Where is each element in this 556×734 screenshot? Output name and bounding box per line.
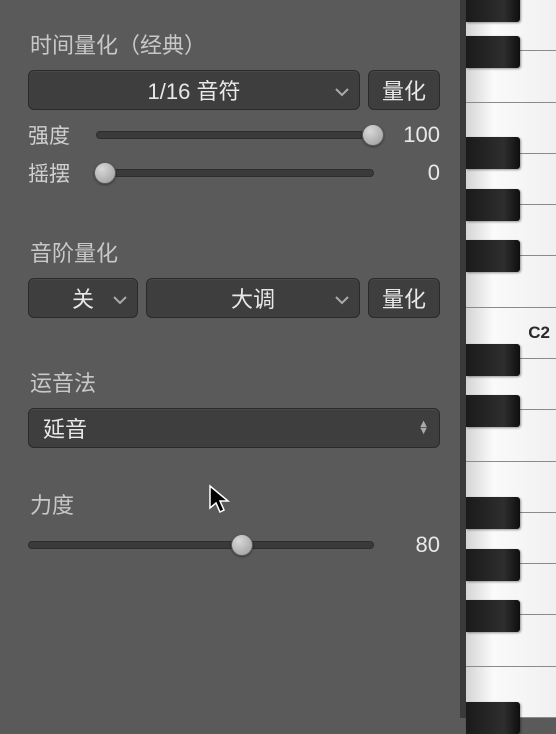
articulation-section: 运音法 延音 ▲▼ <box>28 366 440 448</box>
black-key[interactable] <box>466 240 520 272</box>
scale-root-value: 关 <box>72 282 94 314</box>
articulation-select[interactable]: 延音 ▲▼ <box>28 408 440 448</box>
chevron-down-icon <box>335 77 349 103</box>
swing-thumb[interactable] <box>94 162 116 184</box>
articulation-label: 运音法 <box>28 366 440 398</box>
velocity-label: 力度 <box>28 488 440 520</box>
strength-slider-row: 强度 100 <box>28 120 440 150</box>
strength-label: 强度 <box>28 120 84 150</box>
black-key[interactable] <box>466 600 520 632</box>
strength-thumb[interactable] <box>362 124 384 146</box>
strength-value[interactable]: 100 <box>386 122 440 148</box>
time-quantize-section: 时间量化（经典） 1/16 音符 量化 强度 100 摇摆 0 <box>28 28 440 188</box>
scale-quantize-apply-button[interactable]: 量化 <box>368 278 440 318</box>
black-key[interactable] <box>466 497 520 529</box>
black-key[interactable] <box>466 189 520 221</box>
scale-quantize-section: 音阶量化 关 大调 量化 <box>28 236 440 318</box>
chevron-down-icon <box>113 285 127 311</box>
black-key[interactable] <box>466 0 520 22</box>
quantize-apply-button[interactable]: 量化 <box>368 70 440 110</box>
black-key[interactable] <box>466 137 520 169</box>
scale-type-value: 大调 <box>231 282 275 314</box>
time-quantize-label: 时间量化（经典） <box>28 28 440 60</box>
scale-quantize-label: 音阶量化 <box>28 236 440 268</box>
velocity-slider[interactable] <box>28 541 374 549</box>
inspector-panel: 时间量化（经典） 1/16 音符 量化 强度 100 摇摆 0 <box>0 0 460 628</box>
black-key[interactable] <box>466 549 520 581</box>
black-key[interactable] <box>466 702 520 734</box>
piano-keyboard[interactable]: C2 <box>460 0 556 718</box>
articulation-value: 延音 <box>43 412 87 444</box>
updown-icon: ▲▼ <box>418 421 429 435</box>
velocity-section: 力度 80 <box>28 488 440 560</box>
quantize-note-value: 1/16 音符 <box>148 74 241 106</box>
black-key[interactable] <box>466 395 520 427</box>
velocity-value[interactable]: 80 <box>386 532 440 558</box>
swing-slider[interactable] <box>96 169 374 177</box>
velocity-slider-row: 80 <box>28 530 440 560</box>
swing-label: 摇摆 <box>28 158 84 188</box>
quantize-note-select[interactable]: 1/16 音符 <box>28 70 360 110</box>
strength-slider[interactable] <box>96 131 374 139</box>
swing-value[interactable]: 0 <box>386 160 440 186</box>
velocity-thumb[interactable] <box>231 534 253 556</box>
scale-type-select[interactable]: 大调 <box>146 278 360 318</box>
chevron-down-icon <box>335 285 349 311</box>
black-key[interactable] <box>466 36 520 68</box>
black-key[interactable] <box>466 344 520 376</box>
scale-root-select[interactable]: 关 <box>28 278 138 318</box>
swing-slider-row: 摇摆 0 <box>28 158 440 188</box>
